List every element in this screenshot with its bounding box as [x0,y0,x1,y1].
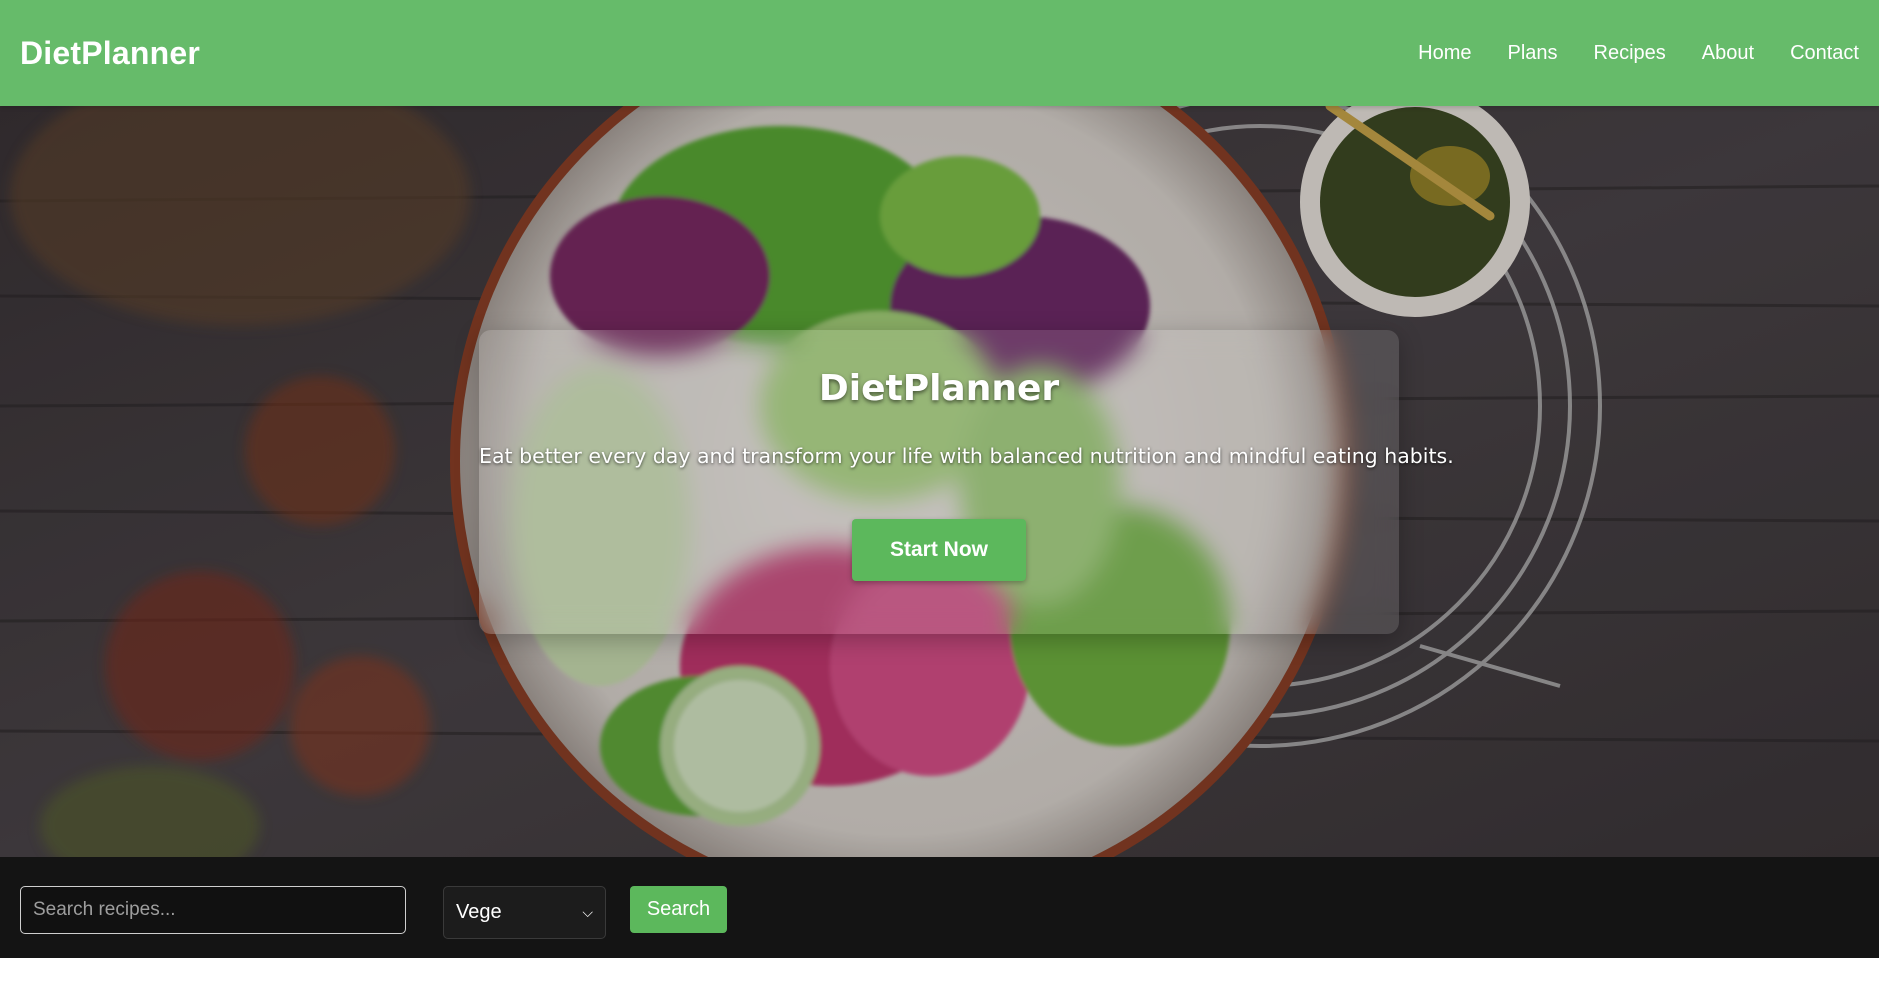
nav-link-plans[interactable]: Plans [1508,42,1558,65]
nav-link-home[interactable]: Home [1418,42,1471,65]
search-input[interactable] [20,886,406,934]
hero-card: DietPlanner Eat better every day and tra… [479,330,1454,634]
nav-link-contact[interactable]: Contact [1790,42,1859,65]
brand-logo[interactable]: DietPlanner [20,35,200,72]
diet-filter-value: Vege [456,901,502,923]
hero-subtitle: Eat better every day and transform your … [479,444,1454,468]
start-now-button[interactable]: Start Now [852,519,1026,581]
hero-title: DietPlanner [818,368,1060,409]
top-navbar: DietPlanner Home Plans Recipes About Con… [0,0,1879,106]
diet-filter-select[interactable]: Vege ⌵ [443,886,606,939]
nav-link-recipes[interactable]: Recipes [1594,42,1666,65]
page-body-start [0,958,1879,982]
nav-link-about[interactable]: About [1702,42,1754,65]
search-button[interactable]: Search [630,886,727,933]
hero-section: DietPlanner Eat better every day and tra… [0,106,1879,857]
chevron-down-icon: ⌵ [582,904,593,920]
recipe-search-bar: Vege ⌵ Search [0,857,1879,958]
main-nav: Home Plans Recipes About Contact [1382,42,1859,65]
